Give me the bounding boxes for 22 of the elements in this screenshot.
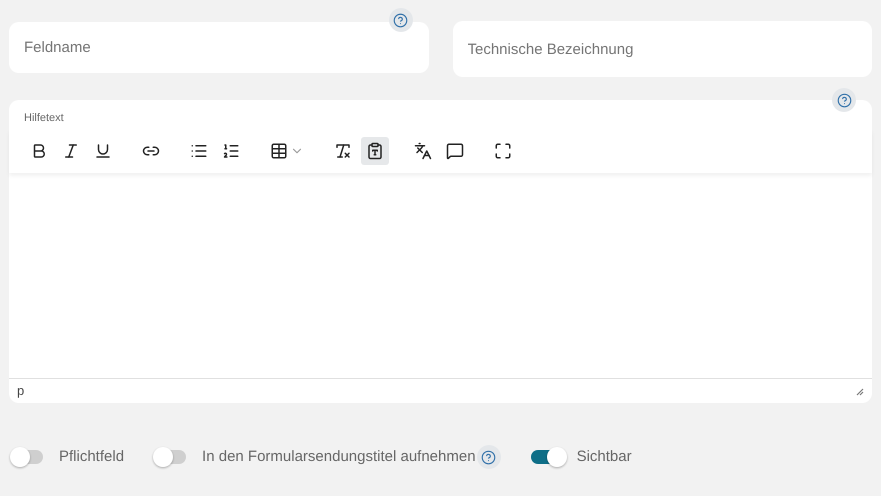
toggle-label: Sichtbar bbox=[576, 446, 632, 467]
table-icon bbox=[270, 142, 288, 160]
italic-icon bbox=[62, 142, 80, 160]
help-icon[interactable] bbox=[832, 88, 856, 112]
translate-icon bbox=[414, 142, 432, 160]
toggle-label: In den Formularsendungstitel aufnehmen bbox=[202, 446, 476, 467]
speech-bubble-icon bbox=[446, 142, 464, 160]
text-field[interactable]: Feldname bbox=[9, 22, 428, 73]
paste-button[interactable] bbox=[361, 136, 389, 164]
clipboard-icon bbox=[366, 142, 384, 160]
help-icon[interactable] bbox=[476, 445, 501, 469]
toggle-switch[interactable] bbox=[528, 446, 569, 468]
clear-format-icon bbox=[334, 142, 352, 160]
toggle-label: Pflichtfeld bbox=[59, 446, 124, 467]
numbered-list-icon bbox=[222, 142, 240, 160]
element-path: p bbox=[17, 382, 24, 400]
expand-icon bbox=[494, 142, 512, 160]
help-icon[interactable] bbox=[388, 8, 412, 32]
resize-handle-icon[interactable] bbox=[855, 386, 864, 396]
editor-label: Hilfetext bbox=[24, 111, 64, 126]
underline-icon bbox=[94, 142, 112, 160]
text-field[interactable]: Technische Bezeichnung bbox=[452, 21, 872, 77]
